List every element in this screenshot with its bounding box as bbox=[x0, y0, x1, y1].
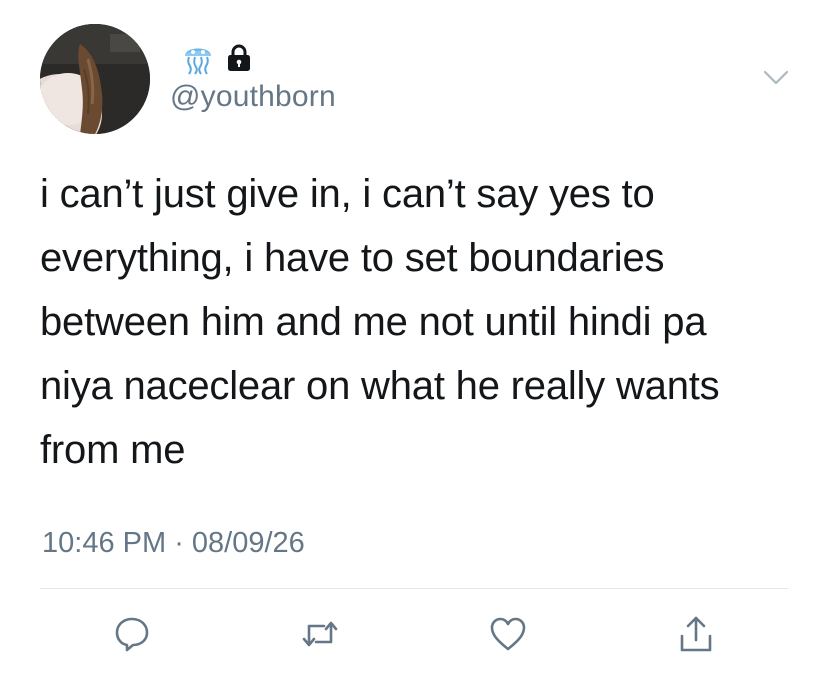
jellyfish-emoji-icon bbox=[180, 40, 216, 76]
user-handle[interactable]: @youthborn bbox=[170, 80, 336, 114]
retweet-icon bbox=[300, 614, 340, 654]
reply-button[interactable] bbox=[110, 612, 154, 656]
tweet-card: @youthborn i can’t just give in, i can’t… bbox=[0, 0, 828, 677]
timestamp-separator: · bbox=[166, 527, 192, 559]
share-icon bbox=[676, 614, 716, 654]
share-button[interactable] bbox=[674, 612, 718, 656]
chevron-down-icon[interactable] bbox=[762, 64, 790, 92]
tweet-timestamp[interactable]: 10:46 PM · 08/09/26 bbox=[42, 527, 305, 560]
heart-icon bbox=[488, 615, 528, 653]
reply-icon bbox=[113, 615, 151, 653]
tweet-text: i can’t just give in, i can’t say yes to… bbox=[40, 172, 720, 472]
tweet-time: 10:46 PM bbox=[42, 527, 167, 559]
avatar[interactable] bbox=[40, 24, 150, 134]
like-button[interactable] bbox=[486, 612, 530, 656]
retweet-button[interactable] bbox=[298, 612, 342, 656]
tweet-date: 08/09/26 bbox=[191, 527, 305, 559]
lock-icon bbox=[226, 43, 252, 73]
action-bar bbox=[0, 612, 828, 656]
display-name bbox=[180, 40, 252, 76]
divider bbox=[40, 588, 788, 589]
